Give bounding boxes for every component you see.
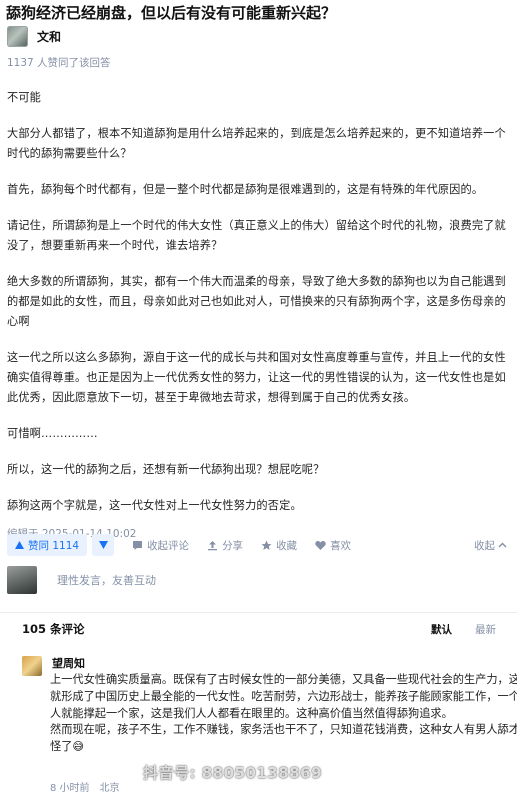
comment-text: 上一代女性确实质量高。既保有了古时候女性的一部分美德，又具备一些现代社会的生产力… xyxy=(50,673,517,720)
like-button[interactable]: 喜欢 xyxy=(315,538,351,553)
answer-paragraph: 所以，这一代的舔狗之后，还想有新一代舔狗出现？想屁吃呢？ xyxy=(7,463,325,476)
question-title[interactable]: 舔狗经济已经崩盘，但以后有没有可能重新兴起？ xyxy=(6,3,511,23)
answer-paragraph: 舔狗这两个字就是，这一代女性对上一代女性努力的否定。 xyxy=(7,499,302,512)
collapse-comments-label: 收起评论 xyxy=(147,539,190,552)
comment-author-avatar[interactable] xyxy=(22,656,42,676)
answer-paragraph: 请记住，所谓舔狗是上一个时代的伟大女性（真正意义上的伟大）留给这个时代的礼物，浪… xyxy=(7,219,506,252)
upvote-label: 赞同 1114 xyxy=(28,539,80,552)
upvote-button[interactable]: 赞同 1114 xyxy=(7,534,88,556)
share-label: 分享 xyxy=(222,539,244,552)
heart-icon xyxy=(315,540,326,550)
sort-default-tab[interactable]: 默认 xyxy=(431,622,452,637)
comment-icon xyxy=(133,540,143,550)
triangle-up-icon xyxy=(15,541,24,549)
collapse-answer-button[interactable]: 收起 xyxy=(474,538,507,553)
agree-count-note: 1137 人赞同了该回答 xyxy=(7,57,111,69)
collapse-comments-button[interactable]: 收起评论 xyxy=(132,538,189,553)
collapse-label: 收起 xyxy=(474,540,495,552)
share-button[interactable]: 分享 xyxy=(207,538,243,553)
comment-meta: 8 小时前 北京 xyxy=(50,779,120,794)
sort-newest-tab[interactable]: 最新 xyxy=(475,622,496,637)
current-user-avatar xyxy=(7,566,37,594)
author-name[interactable]: 文和 xyxy=(37,28,61,45)
comment-body: 上一代女性确实质量高。既保有了古时候女性的一部分美德，又具备一些现代社会的生产力… xyxy=(50,672,517,756)
favorite-button[interactable]: 收藏 xyxy=(261,538,297,553)
comments-header: 105 条评论 默认 最新 xyxy=(0,612,517,643)
answer-paragraph: 这一代之所以这么多舔狗，源自于这一代的成长与共和国对女性高度尊重与宣传，并且上一… xyxy=(7,351,506,404)
answer-paragraph: 首先，舔狗每个时代都有，但是一整个时代都是舔狗是很难遇到的，这是有特殊的年代原因… xyxy=(7,183,484,196)
favorite-label: 收藏 xyxy=(276,539,298,552)
answer-paragraph: 可惜啊…………… xyxy=(7,427,98,440)
answer-action-bar: 赞同 1114 收起评论 分享 收藏 喜欢 收起 xyxy=(0,532,517,558)
comments-count: 105 条评论 xyxy=(22,622,85,636)
share-icon xyxy=(208,540,218,550)
answer-paragraph: 绝大多数的所谓舔狗，其实，都有一个伟大而温柔的母亲，导致了绝大多数的舔狗也以为自… xyxy=(7,275,506,328)
comment-input[interactable]: 理性发言，友善互动 xyxy=(57,572,156,588)
comment-time: 8 小时前 xyxy=(50,783,90,794)
author-avatar[interactable] xyxy=(7,25,28,47)
star-icon xyxy=(261,540,272,550)
like-label: 喜欢 xyxy=(330,539,352,552)
triangle-down-icon xyxy=(98,541,108,549)
comment-location: 北京 xyxy=(99,783,120,794)
answer-paragraph: 大部分人都错了，根本不知道舔狗是用什么培养起来的，到底是怎么培养起来的，更不知道… xyxy=(7,127,506,160)
comment-text: 然而现在呢，孩子不生，工作不赚钱，家务活也干不了，只知道花钱消费，这种女人有男人… xyxy=(50,723,517,754)
douyin-watermark: 抖音号: 88050138869 xyxy=(143,764,323,782)
answer-content: 不可能 大部分人都错了，根本不知道舔狗是用什么培养起来的，到底是怎么培养起来的，… xyxy=(7,88,510,541)
chevron-up-icon xyxy=(498,542,507,548)
comment-input-row: 理性发言，友善互动 xyxy=(7,565,510,595)
author-row[interactable]: 文和 xyxy=(7,25,61,47)
downvote-button[interactable] xyxy=(92,534,115,556)
answer-paragraph: 不可能 xyxy=(7,91,42,104)
comment-author-name[interactable]: 望周知 xyxy=(52,655,85,671)
